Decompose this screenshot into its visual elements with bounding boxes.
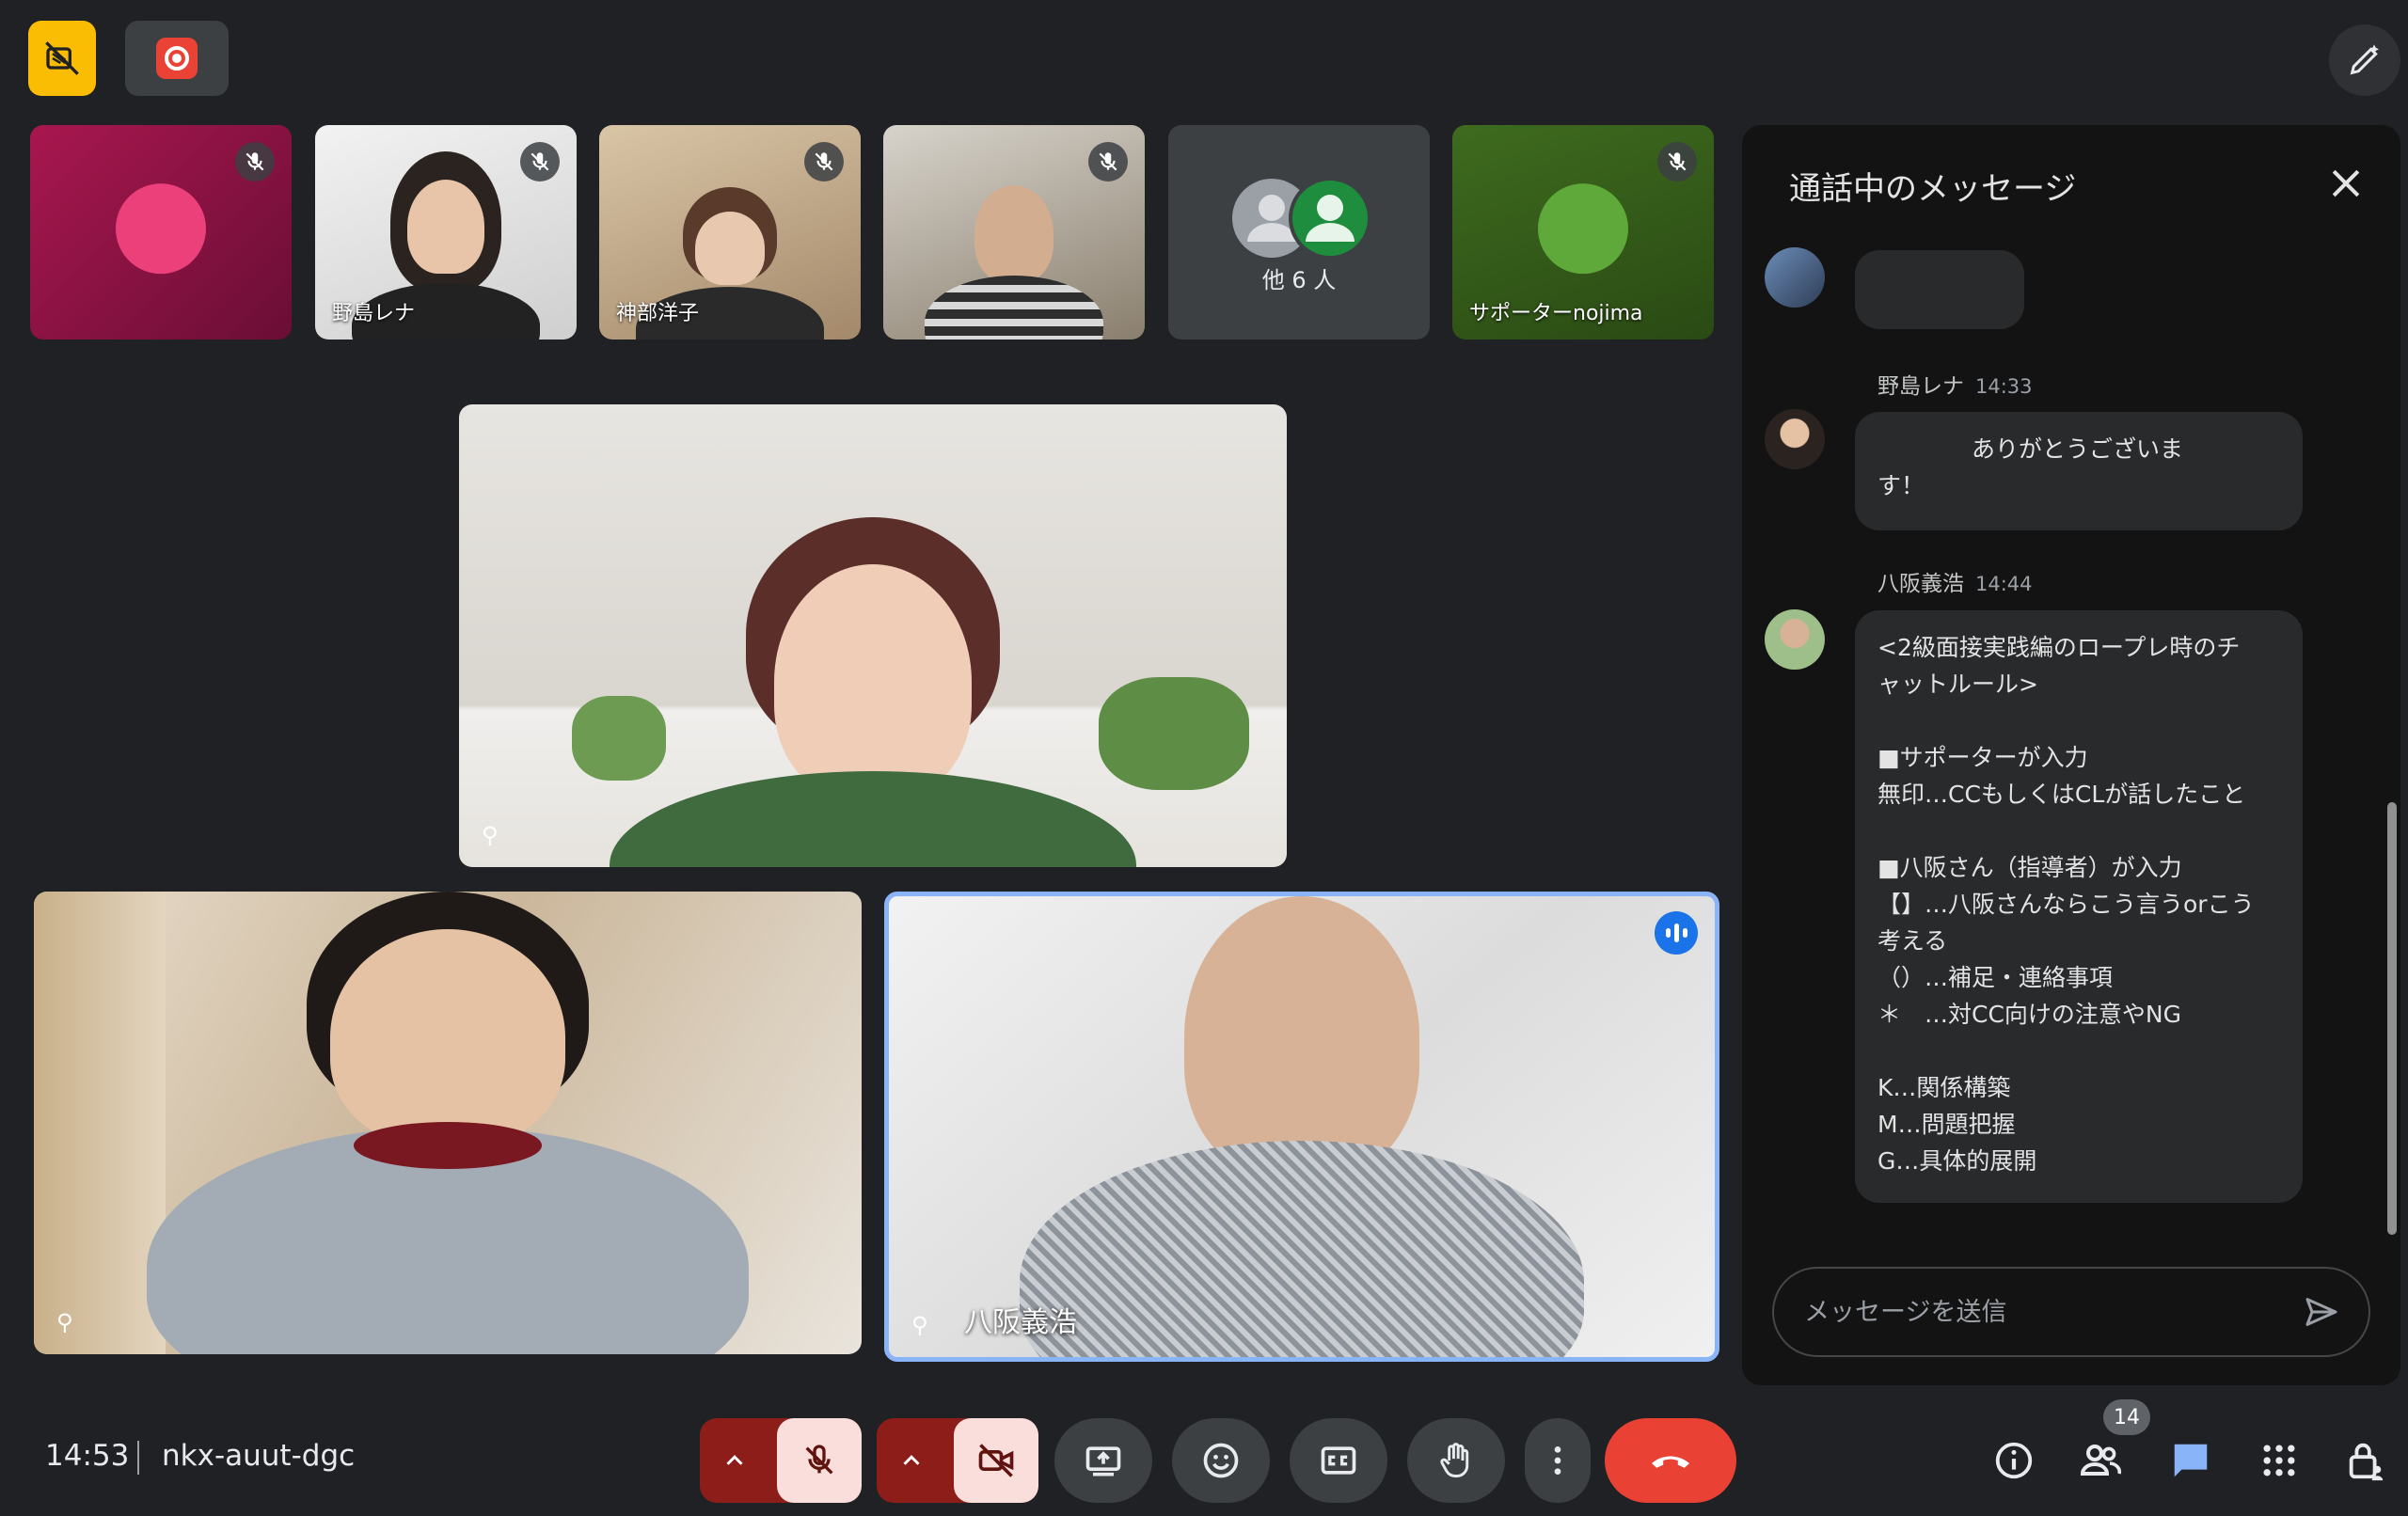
host-controls-button[interactable] bbox=[2335, 1429, 2397, 1492]
participant-thumbnail[interactable] bbox=[30, 125, 292, 340]
reactions-button[interactable] bbox=[1172, 1418, 1270, 1503]
people-group-icon bbox=[1232, 178, 1371, 259]
info-icon bbox=[1995, 1442, 2033, 1479]
chat-icon bbox=[2174, 1444, 2208, 1477]
mic-off-icon bbox=[805, 1445, 833, 1475]
more-vert-icon bbox=[1554, 1446, 1561, 1475]
mic-off-icon bbox=[520, 142, 560, 182]
no-video-icon bbox=[45, 41, 79, 75]
lock-person-icon bbox=[2349, 1443, 2384, 1481]
present-screen-icon bbox=[1085, 1446, 1121, 1477]
camera-control-group bbox=[877, 1418, 1038, 1503]
others-thumbnail[interactable]: 他 6 人 bbox=[1168, 125, 1430, 340]
raise-hand-button[interactable] bbox=[1407, 1418, 1505, 1503]
activities-button[interactable] bbox=[2248, 1429, 2310, 1492]
avatar bbox=[116, 183, 206, 275]
captions-button[interactable] bbox=[1290, 1418, 1387, 1503]
participant-thumbnail[interactable]: 野島レナ bbox=[315, 125, 577, 340]
speaking-indicator-icon bbox=[1655, 911, 1698, 955]
mic-off-icon bbox=[1088, 142, 1128, 182]
pin-icon: ⚲ bbox=[56, 1309, 73, 1335]
chat-message: <2級面接実践編のロープレ時のチ ャットルール> ■サポーターが入力 無印…CC… bbox=[1855, 610, 2303, 1203]
camera-off-icon bbox=[978, 1444, 1014, 1477]
chevron-up-icon[interactable] bbox=[897, 1446, 926, 1475]
close-icon[interactable] bbox=[2325, 163, 2367, 204]
participant-thumbnail[interactable]: 神部洋子 bbox=[599, 125, 861, 340]
more-options-button[interactable] bbox=[1525, 1418, 1591, 1503]
recording-button[interactable] bbox=[125, 21, 229, 96]
divider bbox=[137, 1441, 139, 1475]
message-input[interactable] bbox=[1802, 1296, 2303, 1328]
others-count-label: 他 6 人 bbox=[1261, 267, 1337, 293]
meeting-code: nkx-auut-dgc bbox=[162, 1439, 356, 1473]
avatar bbox=[1765, 409, 1825, 469]
mic-toggle-button[interactable] bbox=[777, 1418, 862, 1503]
leave-call-button[interactable] bbox=[1605, 1418, 1736, 1503]
participant-tile-bottom-right[interactable]: ⚲ 八阪義浩 bbox=[884, 892, 1719, 1362]
hang-up-icon bbox=[1652, 1456, 1689, 1468]
mic-control-group bbox=[700, 1418, 862, 1503]
pin-icon: ⚲ bbox=[482, 822, 499, 848]
avatar bbox=[1538, 183, 1628, 275]
chat-panel: 通話中のメッセージ 野島レナ 14:33 ありがとうございま す！ 八阪義浩 14:… bbox=[1742, 125, 2400, 1385]
avatar bbox=[1765, 609, 1825, 670]
pencil-button[interactable] bbox=[2329, 24, 2400, 96]
participant-thumbnail[interactable]: サポーターnojima bbox=[1452, 125, 1714, 340]
participant-video bbox=[1184, 896, 1419, 1178]
chevron-up-icon[interactable] bbox=[721, 1446, 749, 1475]
emoji-icon bbox=[1203, 1443, 1239, 1478]
mic-off-icon bbox=[1657, 142, 1697, 182]
closed-captions-icon bbox=[1321, 1446, 1356, 1475]
participant-tile-bottom-left[interactable]: ⚲ bbox=[34, 892, 862, 1354]
participant-video bbox=[974, 185, 1054, 283]
current-time: 14:53 bbox=[45, 1439, 130, 1473]
present-screen-button[interactable] bbox=[1054, 1418, 1152, 1503]
participant-name: 神部洋子 bbox=[616, 302, 700, 325]
chat-title: 通話中のメッセージ bbox=[1789, 170, 2077, 208]
send-icon[interactable] bbox=[2303, 1293, 2340, 1331]
chat-message: ありがとうございま す！ bbox=[1855, 412, 2303, 530]
no-video-icon-button[interactable] bbox=[28, 21, 96, 96]
chat-sender: 野島レナ 14:33 bbox=[1877, 374, 2033, 399]
people-icon bbox=[2080, 1445, 2122, 1476]
meeting-details-button[interactable] bbox=[1983, 1429, 2045, 1492]
mic-off-icon bbox=[804, 142, 844, 182]
chat-scrollbar[interactable] bbox=[2387, 802, 2397, 1235]
record-icon bbox=[156, 38, 198, 79]
camera-toggle-button[interactable] bbox=[954, 1418, 1038, 1503]
participant-name: サポーターnojima bbox=[1469, 302, 1643, 325]
chat-input-box bbox=[1772, 1267, 2370, 1357]
participant-name: 八阪義浩 bbox=[964, 1306, 1077, 1339]
chat-button[interactable] bbox=[2160, 1429, 2222, 1492]
people-count-badge: 14 bbox=[2103, 1399, 2150, 1435]
chat-sender: 八阪義浩 14:44 bbox=[1877, 572, 2033, 596]
mic-off-icon bbox=[235, 142, 275, 182]
apps-grid-icon bbox=[2263, 1445, 2295, 1477]
people-button[interactable] bbox=[2069, 1429, 2131, 1492]
pin-icon: ⚲ bbox=[911, 1312, 928, 1338]
participant-tile-top[interactable]: ⚲ bbox=[459, 404, 1287, 867]
pencil-icon bbox=[2350, 44, 2379, 75]
chat-message bbox=[1855, 250, 2024, 329]
avatar bbox=[1765, 247, 1825, 308]
participant-thumbnail[interactable] bbox=[883, 125, 1145, 340]
hand-icon bbox=[1440, 1443, 1469, 1477]
participant-name: 野島レナ bbox=[332, 302, 416, 325]
